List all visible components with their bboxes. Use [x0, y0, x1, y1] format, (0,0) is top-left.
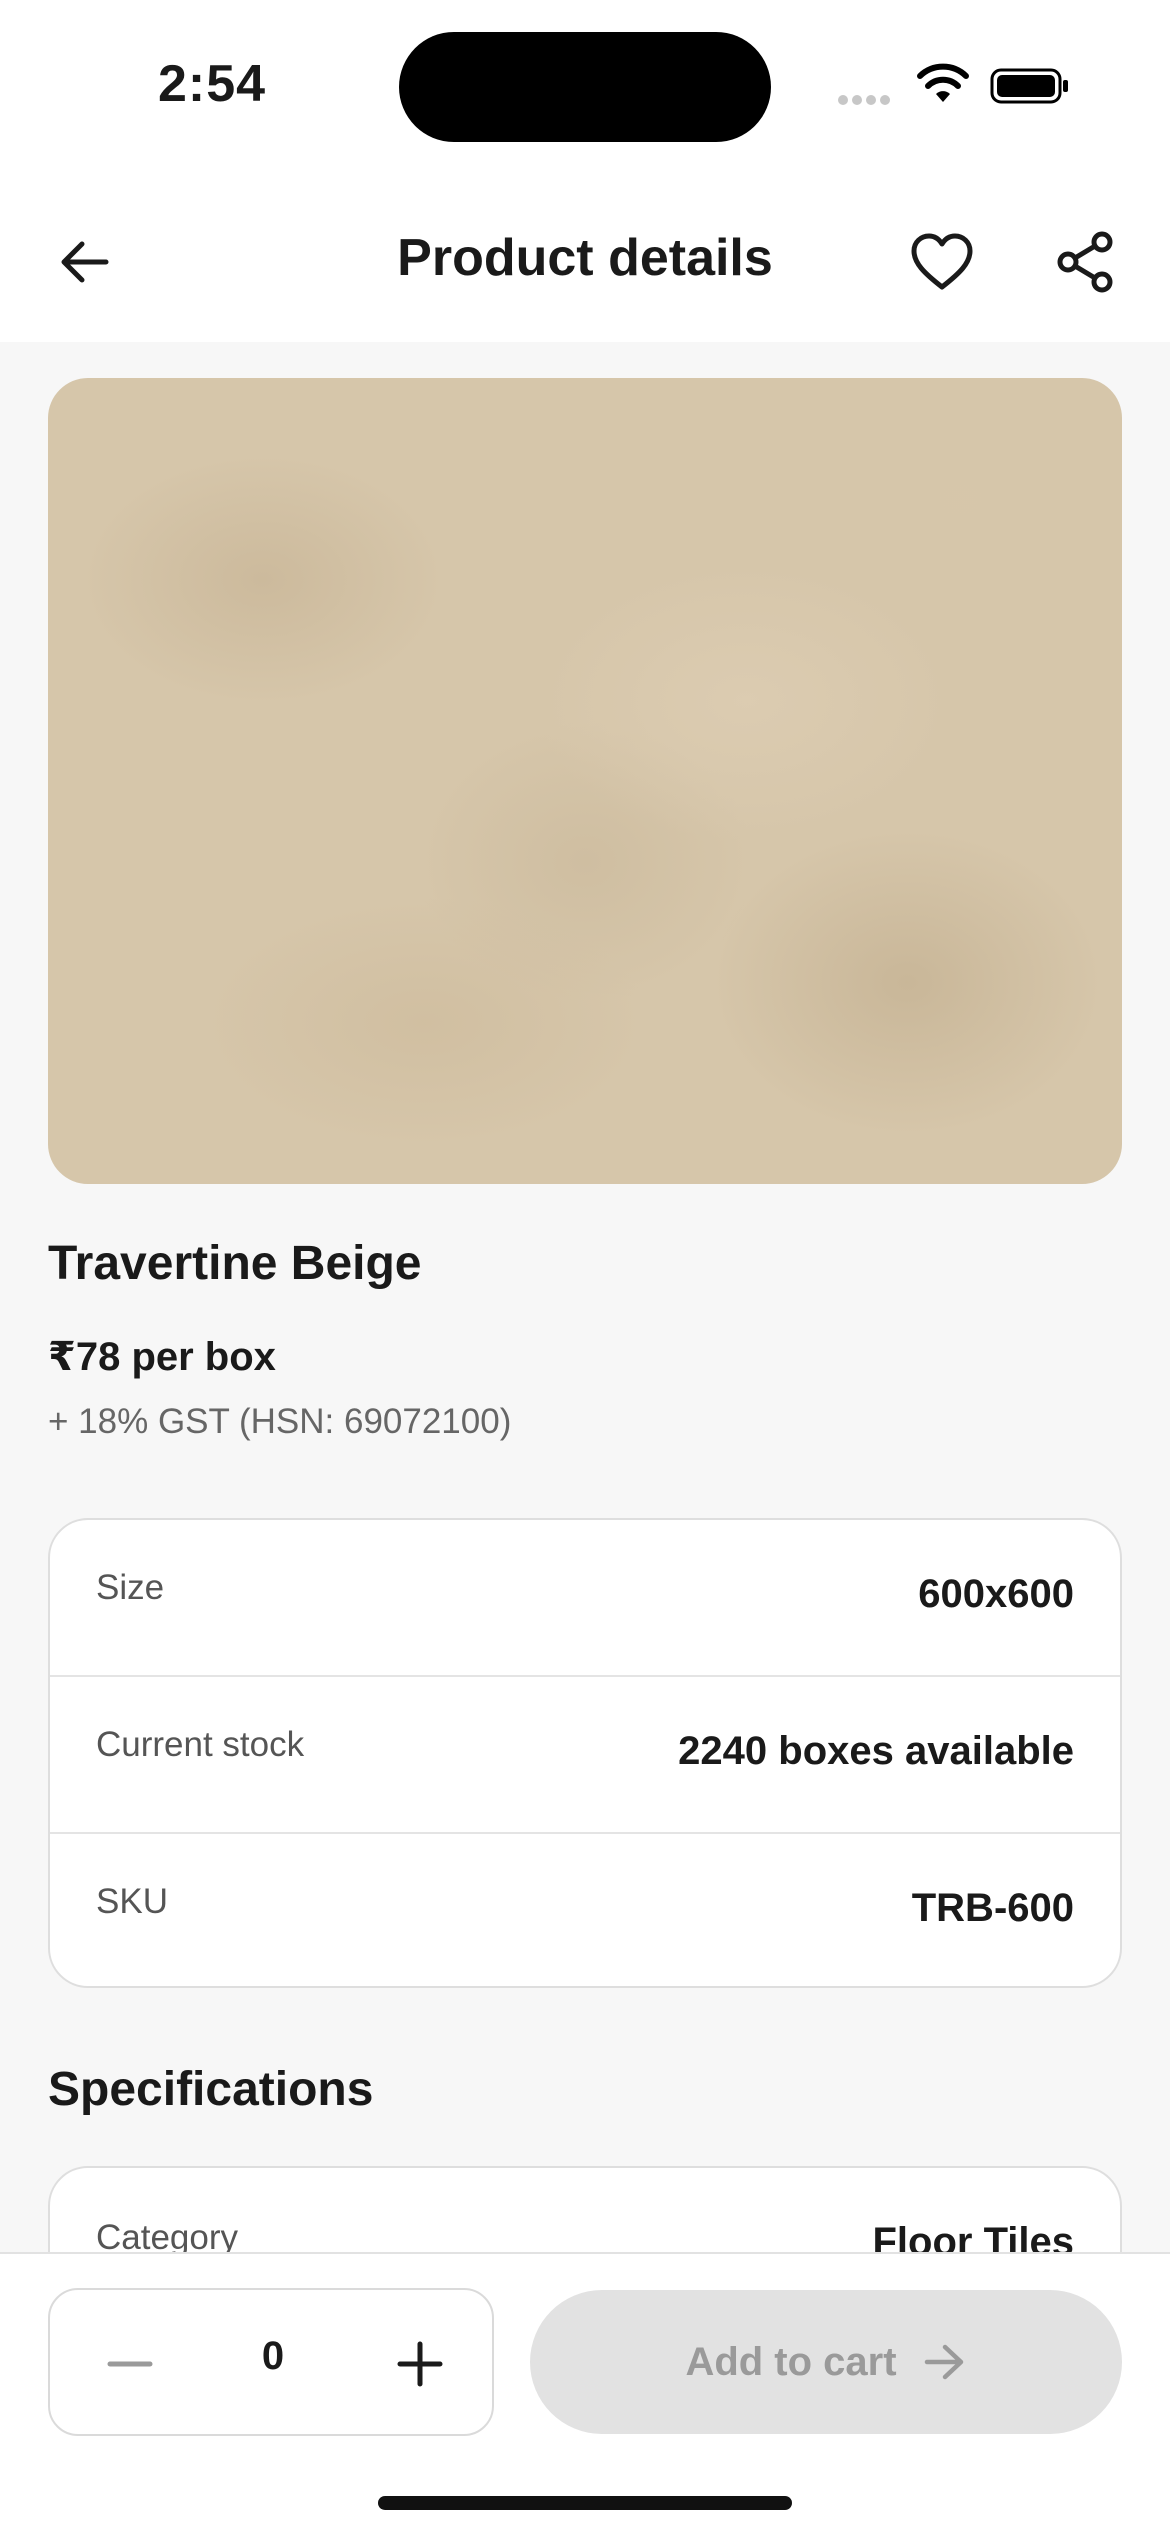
wifi-icon	[917, 63, 969, 102]
share-button[interactable]	[1046, 222, 1126, 302]
share-icon	[1057, 231, 1113, 293]
arrow-right-icon	[924, 2344, 963, 2380]
attribute-value: 2240 boxes available	[678, 1729, 1074, 1773]
product-tax-info: + 18% GST (HSN: 69072100)	[48, 1402, 512, 1441]
specifications-heading: Specifications	[48, 2063, 374, 2116]
add-to-cart-button[interactable]: Add to cart	[530, 2290, 1122, 2434]
battery-icon	[990, 68, 1068, 104]
status-bar: 2:54	[0, 0, 1170, 176]
attribute-label: Current stock	[96, 1725, 305, 1764]
increase-quantity-button[interactable]	[380, 2324, 460, 2404]
attribute-value: TRB-600	[911, 1886, 1074, 1930]
attribute-row-sku: SKU TRB-600	[50, 1834, 1120, 1986]
attribute-row-stock: Current stock 2240 boxes available	[50, 1677, 1120, 1834]
attribute-label: SKU	[96, 1882, 168, 1921]
attribute-label: Size	[96, 1568, 165, 1607]
quantity-stepper: 0	[48, 2288, 494, 2436]
product-details-screen: 2:54 Product details Travertine Beige ₹7…	[0, 0, 1170, 2536]
product-image[interactable]	[48, 378, 1122, 1184]
heart-icon	[911, 233, 973, 290]
page-title: Product details	[397, 229, 773, 287]
attribute-value: 600x600	[918, 1572, 1074, 1616]
decrease-quantity-button[interactable]	[90, 2324, 170, 2404]
status-time: 2:54	[158, 55, 267, 113]
bottom-action-bar: 0 Add to cart	[0, 2252, 1170, 2536]
quantity-value: 0	[261, 2334, 285, 2378]
cellular-signal-icon	[838, 92, 898, 106]
plus-icon	[397, 2341, 443, 2387]
product-price: ₹78 per box	[48, 1335, 276, 1379]
dynamic-island	[399, 32, 771, 142]
add-to-cart-label: Add to cart	[685, 2339, 897, 2384]
product-name: Travertine Beige	[48, 1237, 422, 1290]
favorite-button[interactable]	[902, 222, 982, 302]
home-indicator	[378, 2496, 792, 2510]
minus-icon	[107, 2361, 153, 2367]
product-attributes-card: Size 600x600 Current stock 2240 boxes av…	[48, 1518, 1122, 1988]
attribute-row-size: Size 600x600	[50, 1520, 1120, 1677]
app-header: Product details	[0, 176, 1170, 342]
